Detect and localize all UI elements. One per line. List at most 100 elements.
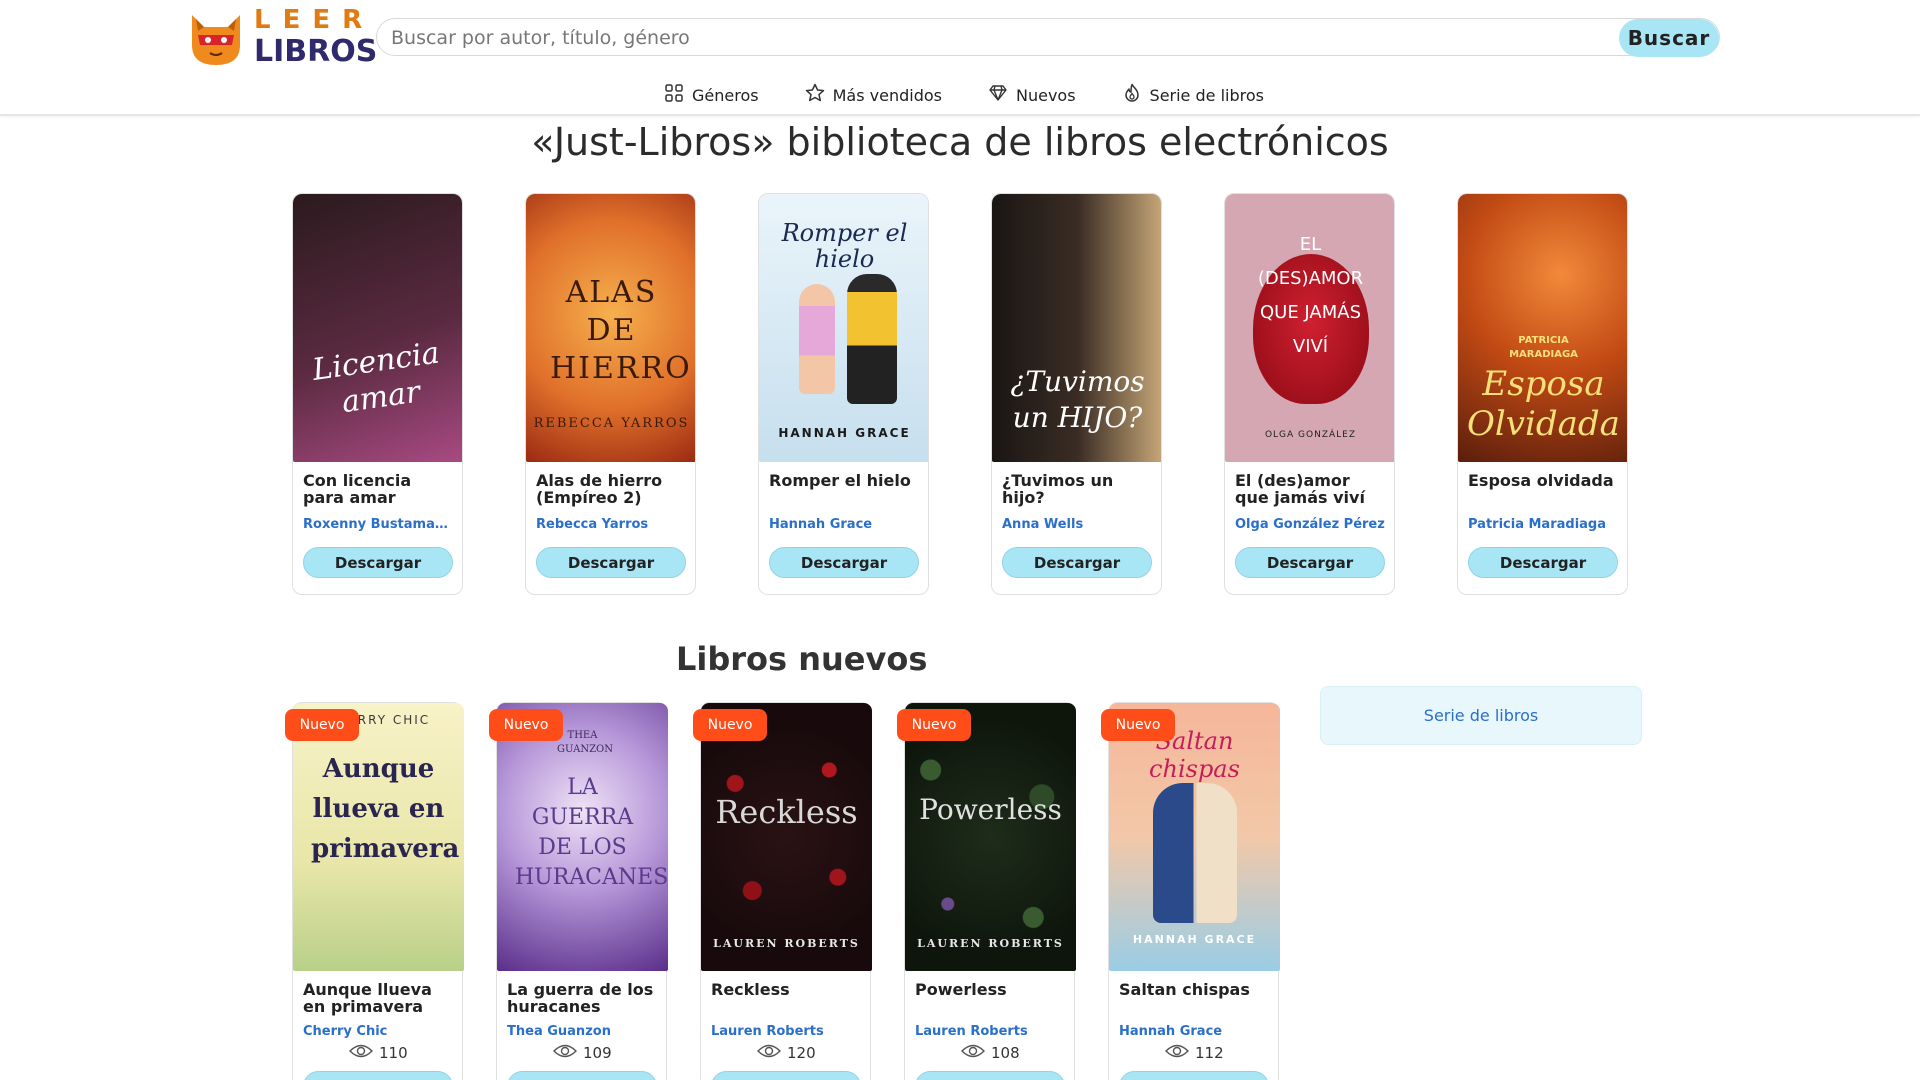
download-button[interactable] xyxy=(711,1071,861,1080)
book-author[interactable]: Anna Wells xyxy=(1002,517,1154,532)
book-author[interactable]: Hannah Grace xyxy=(1119,1024,1271,1039)
cover-author: PATRICIA MARADIAGA xyxy=(1509,335,1578,360)
view-count: 110 xyxy=(349,1043,408,1063)
book-author[interactable]: Cherry Chic xyxy=(303,1024,455,1039)
nav-item-mas-vendidos[interactable]: Más vendidos xyxy=(805,82,942,108)
grid-icon xyxy=(664,83,684,107)
cover-title: LA GUERRA DE LOS HURACANES xyxy=(515,775,668,890)
book-author[interactable]: Lauren Roberts xyxy=(711,1024,863,1039)
book-card[interactable]: Nuevo Reckless LAUREN ROBERTS Reckless L… xyxy=(693,702,872,1080)
book-author[interactable]: Olga González Pérez xyxy=(1235,517,1387,532)
view-count-value: 110 xyxy=(379,1044,408,1062)
book-title[interactable]: Esposa olvidada xyxy=(1468,472,1620,489)
foliage-illustration xyxy=(905,703,1076,971)
eye-icon xyxy=(1165,1043,1189,1063)
figure-skater-illustration xyxy=(799,284,835,394)
couple-illustration xyxy=(1153,783,1237,923)
book-author[interactable]: Patricia Maradiaga xyxy=(1468,517,1620,532)
book-title[interactable]: Alas de hierro (Empíreo 2) xyxy=(536,472,688,506)
book-cover[interactable]: EL (DES)AMOR QUE JAMÁS VIVÍ OLGA GONZÁLE… xyxy=(1225,194,1394,462)
search-input[interactable] xyxy=(391,23,1591,53)
download-button[interactable]: Descargar xyxy=(1002,547,1152,578)
book-cover[interactable]: Saltan chispas HANNAH GRACE xyxy=(1109,703,1280,971)
view-count: 120 xyxy=(757,1043,816,1063)
book-title[interactable]: Aunque llueva en primavera xyxy=(303,981,455,1015)
cover-title: Licencia amar xyxy=(310,335,442,421)
nav-item-serie-de-libros[interactable]: Serie de libros xyxy=(1122,82,1264,108)
flame-icon xyxy=(1122,83,1142,107)
book-card[interactable]: Romper el hielo HANNAH GRACE Romper el h… xyxy=(758,193,929,595)
book-author[interactable]: Rebecca Yarros xyxy=(536,517,688,532)
nav-item-generos[interactable]: Géneros xyxy=(664,82,759,108)
book-card[interactable]: PATRICIA MARADIAGA Esposa Olvidada Espos… xyxy=(1457,193,1628,595)
book-title[interactable]: Powerless xyxy=(915,981,1067,998)
book-card[interactable]: Licencia amar Con licencia para amar Rox… xyxy=(292,193,463,595)
book-title[interactable]: La guerra de los huracanes xyxy=(507,981,659,1015)
site-logo[interactable]: LEER LIBROS xyxy=(184,4,377,70)
hockey-player-illustration xyxy=(847,274,897,404)
view-count: 109 xyxy=(553,1043,612,1063)
book-title[interactable]: Reckless xyxy=(711,981,863,998)
view-count-value: 112 xyxy=(1195,1044,1224,1062)
book-cover[interactable]: THEA GUANZON LA GUERRA DE LOS HURACANES xyxy=(497,703,668,971)
eye-icon xyxy=(961,1043,985,1063)
book-title[interactable]: Con licencia para amar xyxy=(303,472,455,506)
view-count-value: 109 xyxy=(583,1044,612,1062)
download-button[interactable]: Descargar xyxy=(769,547,919,578)
new-books: Nuevo CHERRY CHIC Aunque llueva en prima… xyxy=(285,702,1280,1080)
new-badge: Nuevo xyxy=(489,709,563,741)
download-button[interactable]: Descargar xyxy=(536,547,686,578)
cover-title: EL (DES)AMOR QUE JAMÁS VIVÍ xyxy=(1257,234,1364,357)
cat-mascot-icon xyxy=(184,5,248,69)
book-card[interactable]: Nuevo Saltan chispas HANNAH GRACE Saltan… xyxy=(1101,702,1280,1080)
book-cover[interactable]: ¿Tuvimos un HIJO? xyxy=(992,194,1161,462)
logo-text-leer: LEER xyxy=(254,5,375,35)
book-title[interactable]: ¿Tuvimos un hijo? xyxy=(1002,472,1154,506)
download-button[interactable] xyxy=(507,1071,657,1080)
nav-label: Serie de libros xyxy=(1149,85,1264,105)
book-card[interactable]: EL (DES)AMOR QUE JAMÁS VIVÍ OLGA GONZÁLE… xyxy=(1224,193,1395,595)
book-author[interactable]: Lauren Roberts xyxy=(915,1024,1067,1039)
main-nav: Géneros Más vendidos Nuevos Serie de lib… xyxy=(0,82,1920,108)
view-count: 112 xyxy=(1165,1043,1224,1063)
book-title[interactable]: Saltan chispas xyxy=(1119,981,1271,998)
book-card[interactable]: Nuevo CHERRY CHIC Aunque llueva en prima… xyxy=(285,702,464,1080)
book-cover[interactable]: ALAS DE HIERRO REBECCA YARROS xyxy=(526,194,695,462)
cover-author: OLGA GONZÁLEZ xyxy=(1264,430,1357,440)
book-cover[interactable]: Powerless LAUREN ROBERTS xyxy=(905,703,1076,971)
eye-icon xyxy=(757,1043,781,1063)
search-bar: Buscar xyxy=(376,18,1720,57)
cover-title: Aunque llueva en primavera xyxy=(311,754,460,864)
book-card[interactable]: ¿Tuvimos un HIJO? ¿Tuvimos un hijo? Anna… xyxy=(991,193,1162,595)
view-count: 108 xyxy=(961,1043,1020,1063)
download-button[interactable]: Descargar xyxy=(303,547,453,578)
cover-author: LAUREN ROBERTS xyxy=(713,937,860,950)
cover-author: HANNAH GRACE xyxy=(1132,933,1257,946)
sidebar-series-link[interactable]: Serie de libros xyxy=(1320,686,1642,745)
book-title[interactable]: Romper el hielo xyxy=(769,472,921,489)
book-card[interactable]: Nuevo THEA GUANZON LA GUERRA DE LOS HURA… xyxy=(489,702,668,1080)
book-cover[interactable]: Reckless LAUREN ROBERTS xyxy=(701,703,872,971)
book-author[interactable]: Thea Guanzon xyxy=(507,1024,659,1039)
cover-author: LAUREN ROBERTS xyxy=(917,937,1064,950)
book-cover[interactable]: Licencia amar xyxy=(293,194,462,462)
new-badge: Nuevo xyxy=(285,709,359,741)
download-button[interactable] xyxy=(1119,1071,1269,1080)
diamond-icon xyxy=(988,83,1008,107)
new-badge: Nuevo xyxy=(897,709,971,741)
book-cover[interactable]: PATRICIA MARADIAGA Esposa Olvidada xyxy=(1458,194,1627,462)
book-author[interactable]: Hannah Grace xyxy=(769,517,921,532)
nav-label: Nuevos xyxy=(1015,85,1076,105)
download-button[interactable]: Descargar xyxy=(1235,547,1385,578)
book-cover[interactable]: Romper el hielo HANNAH GRACE xyxy=(759,194,928,462)
book-author[interactable]: Roxenny Bustamante xyxy=(303,517,455,532)
download-button[interactable] xyxy=(303,1071,453,1080)
book-title[interactable]: El (des)amor que jamás viví xyxy=(1235,472,1387,506)
book-card[interactable]: Nuevo Powerless LAUREN ROBERTS Powerless… xyxy=(897,702,1076,1080)
search-button[interactable]: Buscar xyxy=(1619,19,1719,57)
download-button[interactable] xyxy=(915,1071,1065,1080)
book-cover[interactable]: CHERRY CHIC Aunque llueva en primavera xyxy=(293,703,464,971)
download-button[interactable]: Descargar xyxy=(1468,547,1618,578)
book-card[interactable]: ALAS DE HIERRO REBECCA YARROS Alas de hi… xyxy=(525,193,696,595)
nav-item-nuevos[interactable]: Nuevos xyxy=(988,82,1076,108)
